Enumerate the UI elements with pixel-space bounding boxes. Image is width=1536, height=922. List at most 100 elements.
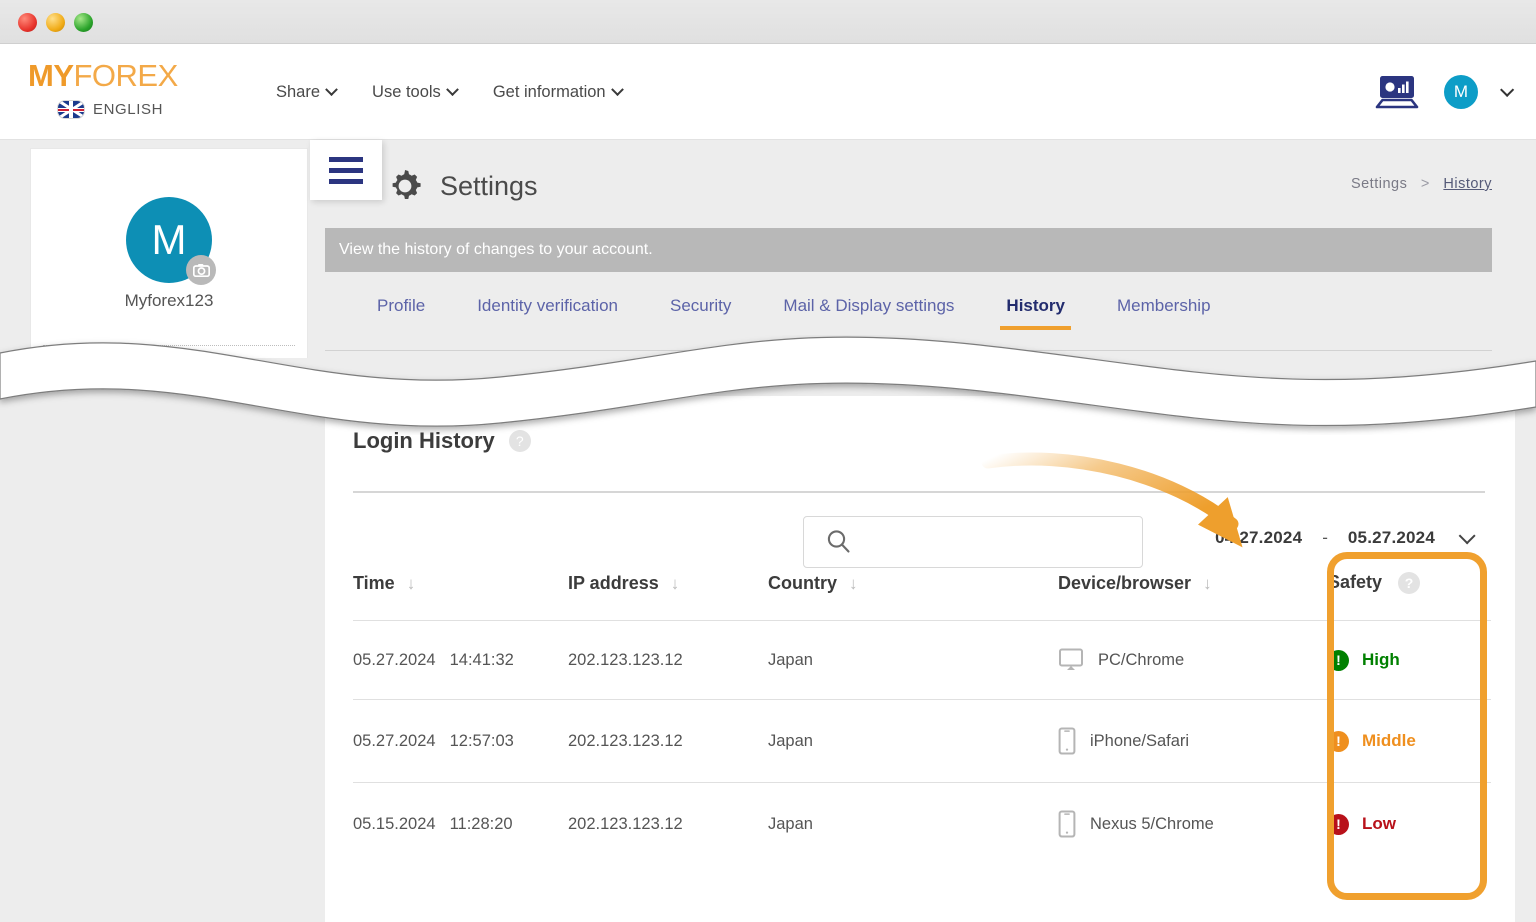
tab-security[interactable]: Security (644, 296, 757, 330)
sort-down-icon[interactable]: ↓ (671, 574, 680, 594)
dashboard-laptop-icon[interactable] (1372, 73, 1422, 111)
column-header-time[interactable]: Time ↓ (353, 572, 568, 621)
logo-forex: FOREX (73, 58, 179, 93)
table-header-row: Time ↓ IP address ↓ Country ↓ Device/browse… (353, 572, 1491, 621)
severity-low-icon: ! (1328, 813, 1349, 835)
cell-date: 05.27.2024 (353, 731, 436, 750)
login-history-card: Login History ? 04.27.2024 - 05.27.2024 (325, 396, 1515, 922)
safety-label: Middle (1362, 731, 1416, 751)
smartphone-icon (1058, 727, 1076, 755)
window-controls (18, 13, 93, 32)
login-history-title-row: Login History ? (353, 428, 531, 454)
safety-label: High (1362, 650, 1400, 670)
column-header-ip-address[interactable]: IP address ↓ (568, 572, 768, 621)
cell-clock: 12:57:03 (449, 731, 514, 750)
profile-divider (43, 345, 295, 346)
column-header-country[interactable]: Country ↓ (768, 572, 1058, 621)
cell-device-browser: PC/Chrome (1058, 620, 1328, 700)
tab-profile[interactable]: Profile (351, 296, 451, 330)
table-row: 05.15.2024 11:28:20 202.123.123.12 Japan … (353, 782, 1491, 866)
cell-device-browser: iPhone/Safari (1058, 699, 1328, 783)
hamburger-bar (329, 167, 363, 173)
column-label-safety: Safety (1328, 572, 1383, 592)
brand[interactable]: MYFOREX ENGLISH (28, 60, 178, 118)
cell-safety: ! High (1328, 620, 1491, 700)
device-label: iPhone/Safari (1090, 731, 1190, 750)
tabs-underline (325, 350, 1492, 351)
notice-banner: View the history of changes to your acco… (325, 228, 1492, 272)
date-separator: - (1322, 528, 1328, 547)
language-selector[interactable]: ENGLISH (58, 101, 178, 118)
language-label: ENGLISH (93, 101, 164, 118)
breadcrumb-root[interactable]: Settings (1351, 176, 1407, 192)
filter-row: 04.27.2024 - 05.27.2024 (353, 508, 1485, 570)
severity-high-icon: ! (1328, 649, 1349, 671)
nav-item-use-tools[interactable]: Use tools (372, 83, 459, 102)
avatar[interactable]: M (1444, 75, 1478, 109)
date-from: 04.27.2024 (1215, 528, 1303, 547)
tab-history[interactable]: History (980, 296, 1091, 330)
tab-identity-verification[interactable]: Identity verification (451, 296, 644, 330)
column-label-ip-address: IP address (568, 572, 659, 593)
cell-safety: ! Middle (1328, 699, 1491, 783)
column-header-device-browser[interactable]: Device/browser ↓ (1058, 572, 1328, 621)
safety-label: Low (1362, 814, 1396, 834)
column-label-device-browser: Device/browser (1058, 572, 1192, 593)
chevron-down-icon (325, 82, 338, 96)
camera-icon[interactable] (186, 255, 216, 285)
chevron-down-icon[interactable] (1458, 527, 1476, 545)
sidebar-toggle-button[interactable] (310, 140, 382, 200)
chevron-down-icon (610, 82, 624, 96)
logo-my: MY (28, 58, 74, 93)
profile-avatar-wrap[interactable]: M (126, 197, 216, 285)
cell-clock: 14:41:32 (449, 650, 514, 669)
sort-down-icon[interactable]: ↓ (1203, 574, 1212, 594)
chevron-down-icon[interactable] (1500, 82, 1515, 97)
cell-safety: ! Low (1328, 782, 1491, 866)
logo[interactable]: MYFOREX (28, 60, 178, 91)
tab-mail-display-settings[interactable]: Mail & Display settings (757, 296, 980, 330)
hamburger-bar (329, 156, 363, 162)
minimize-button[interactable] (46, 13, 65, 32)
cell-time: 05.27.2024 12:57:03 (353, 699, 568, 783)
column-header-safety: Safety ? (1328, 572, 1491, 621)
zoom-button[interactable] (74, 13, 93, 32)
column-label-time: Time (353, 572, 395, 593)
sort-down-icon[interactable]: ↓ (849, 574, 858, 594)
safety-help-icon[interactable]: ? (1398, 572, 1421, 595)
profile-card: M Myforex123 (30, 148, 308, 358)
search-icon (827, 530, 850, 553)
cell-ip-address: 202.123.123.12 (568, 699, 768, 783)
smartphone-icon (1058, 810, 1076, 838)
cell-date: 05.27.2024 (353, 650, 436, 669)
tab-membership[interactable]: Membership (1091, 296, 1237, 330)
close-button[interactable] (18, 13, 37, 32)
nav-item-get-information[interactable]: Get information (493, 82, 624, 102)
search-input[interactable] (803, 516, 1143, 568)
breadcrumb-separator: > (1420, 176, 1430, 192)
cell-ip-address: 202.123.123.12 (568, 782, 768, 866)
table-row: 05.27.2024 14:41:32 202.123.123.12 Japan … (353, 620, 1491, 700)
uk-flag-icon (58, 101, 84, 118)
profile-username: Myforex123 (124, 291, 214, 310)
breadcrumb: Settings > History (1351, 176, 1492, 192)
nav-item-share[interactable]: Share (276, 82, 338, 102)
cell-ip-address: 202.123.123.12 (568, 620, 768, 700)
cell-date: 05.15.2024 (353, 814, 436, 833)
table-row: 05.27.2024 12:57:03 202.123.123.12 Japan … (353, 699, 1491, 783)
nav-label-share: Share (276, 82, 321, 101)
date-to: 05.27.2024 (1347, 528, 1435, 547)
help-icon[interactable]: ? (508, 430, 531, 452)
cell-device-browser: Nexus 5/Chrome (1058, 782, 1328, 866)
panel-right-edge (1515, 148, 1536, 922)
breadcrumb-current[interactable]: History (1443, 176, 1492, 192)
cell-time: 05.15.2024 11:28:20 (353, 782, 568, 866)
cell-country: Japan (768, 699, 1058, 783)
severity-middle-icon: ! (1328, 730, 1349, 752)
main-nav: Share Use tools Get information (276, 44, 624, 140)
date-range-picker[interactable]: 04.27.2024 - 05.27.2024 (1215, 527, 1476, 548)
cell-country: Japan (768, 620, 1058, 700)
cell-clock: 11:28:20 (449, 814, 513, 833)
sort-down-icon[interactable]: ↓ (407, 574, 416, 594)
page-title: Settings (440, 170, 538, 201)
